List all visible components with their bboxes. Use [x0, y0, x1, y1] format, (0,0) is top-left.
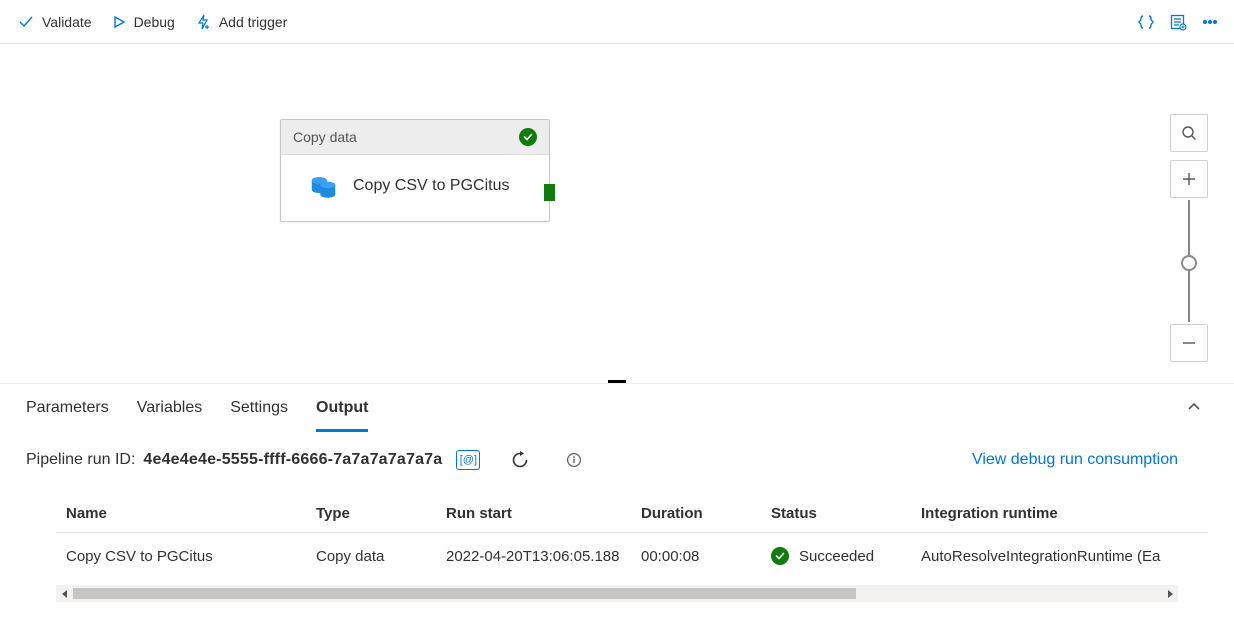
table-header-row: Name Type Run start Duration Status Inte… — [56, 495, 1208, 533]
pipeline-canvas-wrap: Copy data Copy CSV to PGCitus — [0, 44, 1234, 379]
scrollbar-thumb[interactable] — [73, 588, 856, 599]
properties-button[interactable] — [1162, 6, 1194, 38]
triangle-left-icon — [61, 590, 69, 598]
expression-button[interactable]: [@] — [456, 450, 480, 470]
minus-icon — [1181, 335, 1197, 351]
pipeline-canvas[interactable]: Copy data Copy CSV to PGCitus — [0, 44, 1234, 379]
col-name[interactable]: Name — [56, 495, 306, 533]
scrollbar-track[interactable] — [73, 585, 1161, 602]
chevron-up-icon — [1186, 399, 1202, 415]
collapse-panel-button[interactable] — [1180, 393, 1208, 424]
activity-type-label: Copy data — [293, 129, 511, 145]
refresh-button[interactable] — [506, 446, 534, 474]
table-row[interactable]: Copy CSV to PGCitus Copy data 2022-04-20… — [56, 533, 1208, 580]
cell-name: Copy CSV to PGCitus — [56, 533, 306, 580]
validate-label: Validate — [42, 14, 92, 30]
horizontal-scrollbar[interactable] — [56, 585, 1178, 602]
info-button[interactable] — [560, 446, 588, 474]
zoom-slider[interactable] — [1188, 200, 1190, 322]
zoom-slider-thumb[interactable] — [1181, 255, 1197, 271]
activity-header: Copy data — [281, 120, 549, 155]
code-view-button[interactable] — [1130, 6, 1162, 38]
activity-name: Copy CSV to PGCitus — [353, 177, 510, 195]
activity-body: Copy CSV to PGCitus — [281, 155, 549, 221]
view-consumption-link[interactable]: View debug run consumption — [972, 451, 1178, 469]
output-table: Name Type Run start Duration Status Inte… — [56, 494, 1208, 579]
canvas-zoom-controls — [1170, 114, 1208, 366]
zoom-in-button[interactable] — [1170, 160, 1208, 198]
tab-output[interactable]: Output — [316, 384, 368, 432]
ellipsis-icon — [1201, 13, 1219, 31]
plus-icon — [1181, 171, 1197, 187]
success-icon — [519, 128, 537, 146]
activity-output-connector[interactable] — [544, 184, 555, 201]
more-button[interactable] — [1194, 6, 1226, 38]
trigger-icon — [195, 14, 211, 30]
cell-type: Copy data — [306, 533, 436, 580]
info-icon — [566, 452, 582, 468]
bottom-panel: Parameters Variables Settings Output Pip… — [0, 383, 1234, 602]
refresh-icon — [510, 450, 530, 470]
col-status[interactable]: Status — [761, 495, 911, 533]
properties-icon — [1169, 13, 1187, 31]
database-icon — [309, 171, 339, 201]
fit-to-screen-button[interactable] — [1170, 114, 1208, 152]
tab-variables[interactable]: Variables — [137, 384, 203, 432]
play-icon — [112, 15, 126, 29]
search-icon — [1181, 125, 1197, 141]
tab-settings[interactable]: Settings — [230, 384, 288, 432]
scroll-right-button[interactable] — [1161, 585, 1178, 602]
cell-integration-runtime: AutoResolveIntegrationRuntime (Ea — [911, 533, 1208, 580]
triangle-right-icon — [1166, 590, 1174, 598]
col-run-start[interactable]: Run start — [436, 495, 631, 533]
add-trigger-label: Add trigger — [219, 14, 287, 30]
zoom-out-button[interactable] — [1170, 324, 1208, 362]
check-icon — [18, 14, 34, 30]
pipeline-toolbar: Validate Debug Add trigger — [0, 0, 1234, 44]
add-trigger-button[interactable]: Add trigger — [185, 8, 297, 36]
tab-parameters[interactable]: Parameters — [26, 384, 109, 432]
debug-label: Debug — [134, 14, 175, 30]
success-icon — [771, 547, 789, 565]
scroll-left-button[interactable] — [56, 585, 73, 602]
validate-button[interactable]: Validate — [8, 8, 102, 36]
pipeline-run-row: Pipeline run ID: 4e4e4e4e-5555-ffff-6666… — [0, 432, 1234, 494]
braces-icon — [1137, 13, 1155, 31]
cell-run-start: 2022-04-20T13:06:05.188 — [436, 533, 631, 580]
panel-tabs: Parameters Variables Settings Output — [0, 384, 1234, 432]
output-table-wrap: Name Type Run start Duration Status Inte… — [56, 494, 1208, 579]
col-duration[interactable]: Duration — [631, 495, 761, 533]
col-type[interactable]: Type — [306, 495, 436, 533]
debug-button[interactable]: Debug — [102, 8, 185, 36]
col-integration-runtime[interactable]: Integration runtime — [911, 495, 1208, 533]
run-id-label: Pipeline run ID: — [26, 451, 135, 469]
activity-copy-data[interactable]: Copy data Copy CSV to PGCitus — [280, 119, 550, 222]
cell-status-text: Succeeded — [799, 548, 874, 565]
cell-status: Succeeded — [761, 533, 911, 580]
run-id-value: 4e4e4e4e-5555-ffff-6666-7a7a7a7a7a7a — [143, 451, 442, 469]
cell-duration: 00:00:08 — [631, 533, 761, 580]
